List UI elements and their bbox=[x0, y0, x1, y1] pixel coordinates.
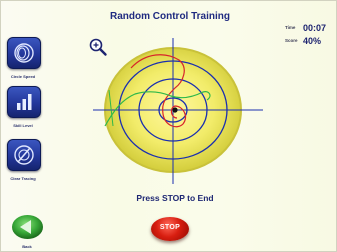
back-arrow-icon bbox=[12, 215, 43, 239]
score-value: 40% bbox=[303, 35, 322, 46]
stop-button[interactable]: STOP bbox=[151, 217, 189, 241]
concentric-circles-icon bbox=[14, 43, 34, 63]
circle-speed-label: Circle Speed bbox=[10, 74, 36, 79]
stop-instruction: Press STOP to End bbox=[136, 193, 214, 203]
back-button[interactable] bbox=[11, 213, 44, 241]
circle-speed-button[interactable] bbox=[7, 37, 41, 69]
center-dot bbox=[172, 107, 178, 113]
training-screen: Random Control Training Time 00:07 Score 4… bbox=[0, 0, 337, 252]
bar-chart-icon bbox=[17, 94, 32, 110]
target-graphic bbox=[93, 38, 263, 184]
score-readout: Score 40% bbox=[285, 32, 321, 50]
back-label: Back bbox=[22, 244, 32, 249]
clear-tracing-button[interactable] bbox=[7, 139, 41, 171]
skill-level-label: Skill Level bbox=[13, 123, 33, 128]
score-label: Score bbox=[285, 38, 298, 44]
target-area[interactable] bbox=[91, 30, 271, 190]
clear-circle-icon bbox=[14, 145, 34, 165]
stop-button-label: STOP bbox=[159, 224, 181, 231]
page-title: Random Control Training bbox=[110, 11, 230, 22]
clear-tracing-label: Clear Tracing bbox=[10, 176, 36, 181]
skill-level-button[interactable] bbox=[7, 86, 41, 118]
time-label: Time bbox=[285, 25, 296, 31]
